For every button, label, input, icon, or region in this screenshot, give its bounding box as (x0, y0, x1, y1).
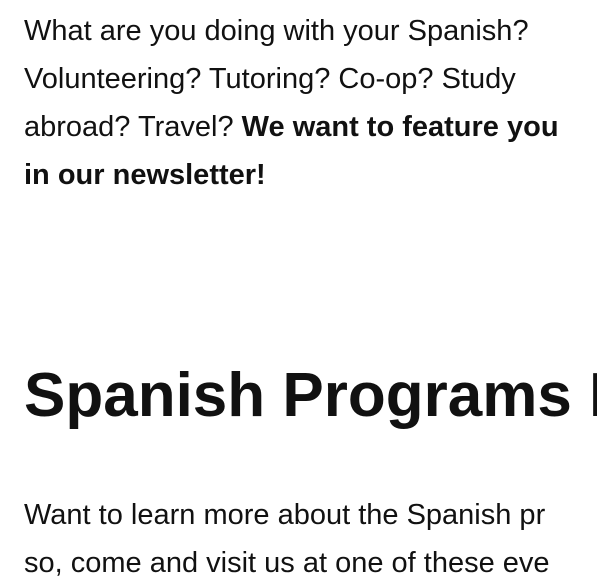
section-body-line-1: Want to learn more about the Spanish pr (24, 499, 546, 531)
newsletter-intro: What are you doing with your Spanish? Vo… (24, 7, 584, 199)
section-body: Want to learn more about the Spanish pr … (24, 491, 550, 587)
section-body-line-2: so, come and visit us at one of these ev… (24, 547, 550, 579)
section-heading: Spanish Programs I (24, 361, 597, 430)
